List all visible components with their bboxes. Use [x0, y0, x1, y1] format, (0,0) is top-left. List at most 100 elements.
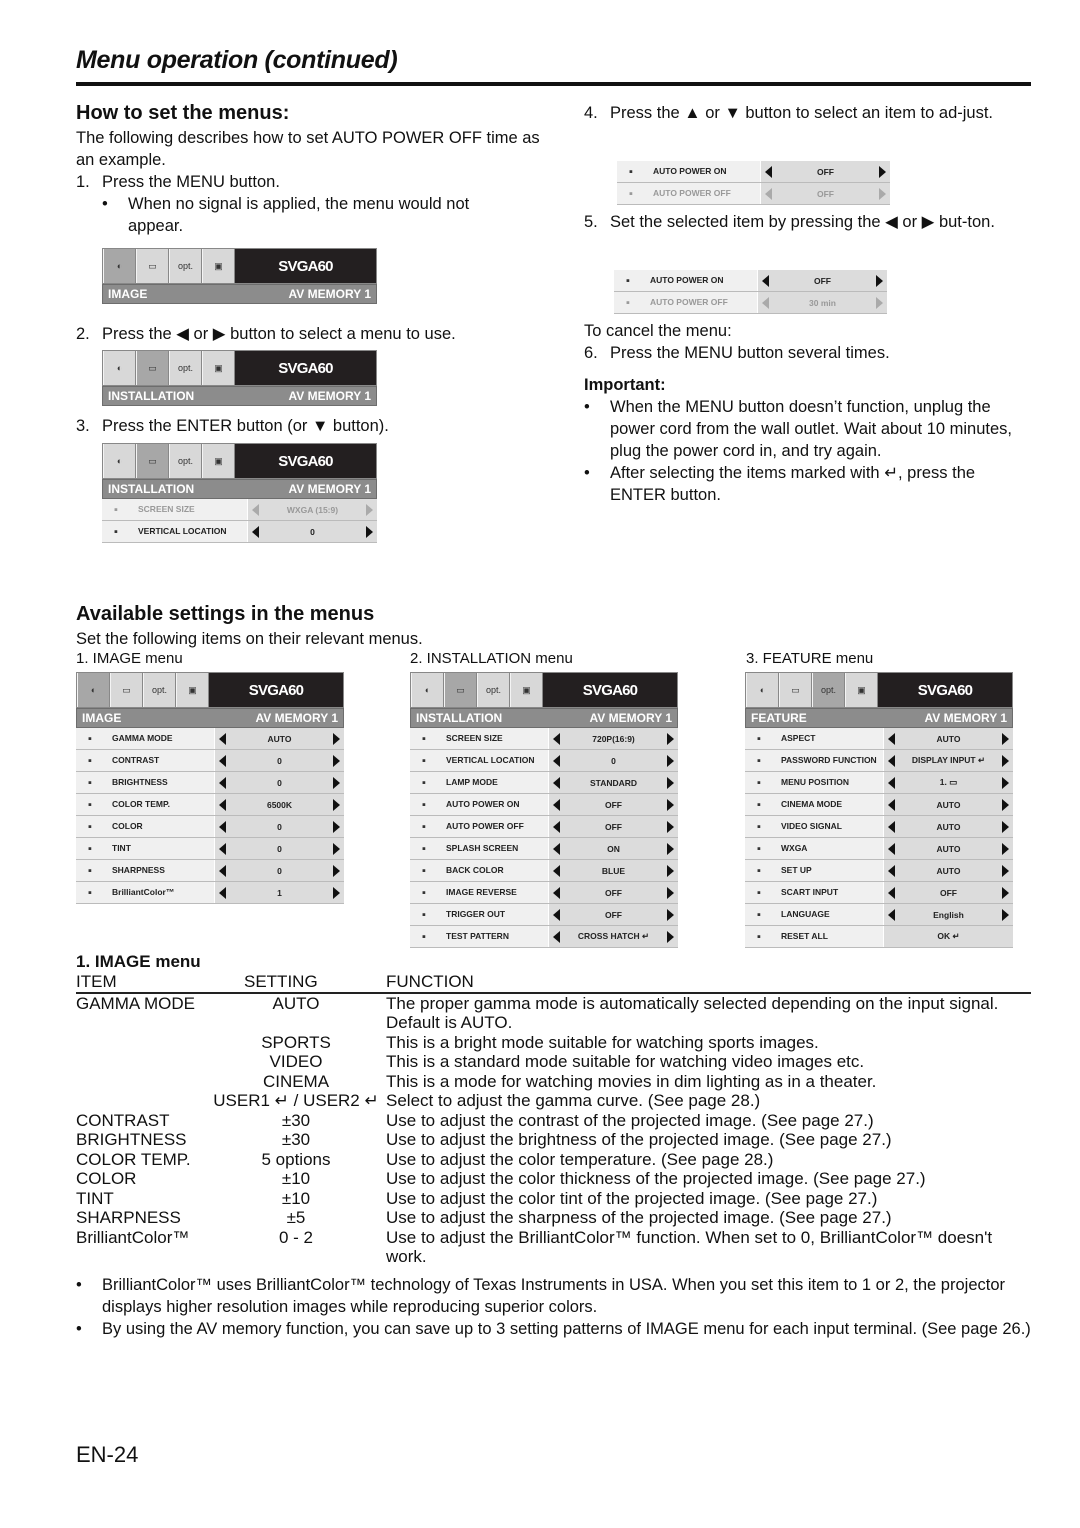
- right-arrow-icon[interactable]: [333, 732, 340, 745]
- left-arrow-icon[interactable]: [553, 754, 560, 767]
- right-arrow-icon[interactable]: [667, 930, 674, 943]
- menu-item-value-selector[interactable]: 6500K: [214, 794, 344, 815]
- left-arrow-icon[interactable]: [888, 776, 895, 789]
- right-arrow-icon[interactable]: [1002, 886, 1009, 899]
- left-arrow-icon[interactable]: [219, 820, 226, 833]
- menu-item-value-selector[interactable]: ON: [548, 838, 678, 859]
- installation-tab-icon[interactable]: ▭: [779, 673, 812, 707]
- menu-item-value-selector[interactable]: AUTO: [883, 860, 1013, 881]
- menu-item-value-selector[interactable]: 720P(16:9): [548, 728, 678, 749]
- menu-item-value-selector[interactable]: BLUE: [548, 860, 678, 881]
- left-arrow-icon[interactable]: [553, 798, 560, 811]
- menu-item-row[interactable]: ▪ VIDEO SIGNAL AUTO: [745, 816, 1013, 838]
- option-tab-icon[interactable]: opt.: [812, 673, 845, 707]
- option-tab-icon[interactable]: opt.: [143, 673, 176, 707]
- left-arrow-icon[interactable]: [219, 732, 226, 745]
- right-arrow-icon[interactable]: [333, 864, 340, 877]
- right-arrow-icon[interactable]: [1002, 908, 1009, 921]
- menu-item-value-selector[interactable]: 0: [548, 750, 678, 771]
- menu-item-row[interactable]: ▪ VERTICAL LOCATION 0: [410, 750, 678, 772]
- menu-item-value-selector[interactable]: 0: [247, 521, 377, 542]
- right-arrow-icon[interactable]: [1002, 776, 1009, 789]
- option-tab-icon[interactable]: opt.: [169, 351, 202, 385]
- installation-tab-icon[interactable]: ▭: [110, 673, 143, 707]
- menu-item-row[interactable]: ▪ RESET ALL OK ↵: [745, 926, 1013, 948]
- image-tab-icon[interactable]: ◐: [746, 673, 779, 707]
- menu-item-row[interactable]: ▪ CONTRAST 0: [76, 750, 344, 772]
- feature-tab-icon[interactable]: ▣: [202, 351, 235, 385]
- menu-item-value-selector[interactable]: OFF: [883, 882, 1013, 903]
- option-tab-icon[interactable]: opt.: [169, 249, 202, 283]
- menu-item-value-selector[interactable]: DISPLAY INPUT ↵: [883, 750, 1013, 771]
- left-arrow-icon[interactable]: [762, 296, 769, 309]
- right-arrow-icon[interactable]: [667, 754, 674, 767]
- left-arrow-icon[interactable]: [553, 820, 560, 833]
- left-arrow-icon[interactable]: [553, 732, 560, 745]
- right-arrow-icon[interactable]: [1002, 754, 1009, 767]
- menu-item-value-selector[interactable]: OFF: [760, 183, 890, 204]
- menu-item-row[interactable]: ▪ BRIGHTNESS 0: [76, 772, 344, 794]
- left-arrow-icon[interactable]: [553, 930, 560, 943]
- right-arrow-icon[interactable]: [667, 908, 674, 921]
- right-arrow-icon[interactable]: [333, 798, 340, 811]
- menu-item-row[interactable]: ▪ AUTO POWER OFF OFF: [410, 816, 678, 838]
- right-arrow-icon[interactable]: [1002, 864, 1009, 877]
- menu-item-row[interactable]: ▪ COLOR TEMP. 6500K: [76, 794, 344, 816]
- menu-item-row[interactable]: ▪ BACK COLOR BLUE: [410, 860, 678, 882]
- menu-item-value-selector[interactable]: CROSS HATCH ↵: [548, 926, 678, 947]
- left-arrow-icon[interactable]: [888, 908, 895, 921]
- right-arrow-icon[interactable]: [667, 864, 674, 877]
- image-tab-icon[interactable]: ◐: [103, 351, 136, 385]
- menu-item-row[interactable]: ▪ ASPECT AUTO: [745, 728, 1013, 750]
- right-arrow-icon[interactable]: [879, 165, 886, 178]
- right-arrow-icon[interactable]: [1002, 820, 1009, 833]
- image-tab-icon[interactable]: ◐: [411, 673, 444, 707]
- left-arrow-icon[interactable]: [888, 864, 895, 877]
- menu-item-row[interactable]: ▪ GAMMA MODE AUTO: [76, 728, 344, 750]
- menu-item-row[interactable]: ▪ LANGUAGE English: [745, 904, 1013, 926]
- menu-item-row[interactable]: ▪ SPLASH SCREEN ON: [410, 838, 678, 860]
- menu-item-value-selector[interactable]: 1: [214, 882, 344, 903]
- right-arrow-icon[interactable]: [1002, 732, 1009, 745]
- left-arrow-icon[interactable]: [762, 274, 769, 287]
- right-arrow-icon[interactable]: [876, 274, 883, 287]
- menu-item-row[interactable]: ▪ AUTO POWER ON OFF: [410, 794, 678, 816]
- menu-item-row[interactable]: ▪ AUTO POWER OFF 30 min: [614, 292, 887, 314]
- menu-item-row[interactable]: ▪ SCREEN SIZE WXGA (15:9): [102, 499, 377, 521]
- menu-item-value-selector[interactable]: OFF: [548, 882, 678, 903]
- menu-item-row[interactable]: ▪ AUTO POWER OFF OFF: [617, 183, 890, 205]
- menu-item-value-selector[interactable]: OFF: [760, 161, 890, 182]
- right-arrow-icon[interactable]: [667, 820, 674, 833]
- menu-item-row[interactable]: ▪ SCREEN SIZE 720P(16:9): [410, 728, 678, 750]
- menu-item-row[interactable]: ▪ AUTO POWER ON OFF: [614, 270, 887, 292]
- left-arrow-icon[interactable]: [553, 776, 560, 789]
- right-arrow-icon[interactable]: [333, 842, 340, 855]
- feature-tab-icon[interactable]: ▣: [176, 673, 209, 707]
- menu-item-row[interactable]: ▪ SET UP AUTO: [745, 860, 1013, 882]
- menu-item-value-selector[interactable]: WXGA (15:9): [247, 499, 377, 520]
- menu-item-row[interactable]: ▪ WXGA AUTO: [745, 838, 1013, 860]
- feature-tab-icon[interactable]: ▣: [510, 673, 543, 707]
- menu-item-row[interactable]: ▪ CINEMA MODE AUTO: [745, 794, 1013, 816]
- menu-item-value-selector[interactable]: 0: [214, 816, 344, 837]
- left-arrow-icon[interactable]: [888, 886, 895, 899]
- left-arrow-icon[interactable]: [252, 503, 259, 516]
- menu-item-value-selector[interactable]: AUTO: [214, 728, 344, 749]
- menu-item-value-selector[interactable]: AUTO: [883, 794, 1013, 815]
- feature-tab-icon[interactable]: ▣: [202, 444, 235, 478]
- right-arrow-icon[interactable]: [333, 820, 340, 833]
- menu-item-row[interactable]: ▪ AUTO POWER ON OFF: [617, 161, 890, 183]
- right-arrow-icon[interactable]: [366, 503, 373, 516]
- menu-item-value-selector[interactable]: AUTO: [883, 728, 1013, 749]
- menu-item-value-selector[interactable]: STANDARD: [548, 772, 678, 793]
- menu-item-value-selector[interactable]: 30 min: [757, 292, 887, 313]
- menu-item-row[interactable]: ▪ PASSWORD FUNCTION DISPLAY INPUT ↵: [745, 750, 1013, 772]
- menu-item-value-selector[interactable]: AUTO: [883, 816, 1013, 837]
- right-arrow-icon[interactable]: [333, 754, 340, 767]
- option-tab-icon[interactable]: opt.: [477, 673, 510, 707]
- feature-tab-icon[interactable]: ▣: [845, 673, 878, 707]
- right-arrow-icon[interactable]: [667, 886, 674, 899]
- left-arrow-icon[interactable]: [553, 908, 560, 921]
- menu-item-value-selector[interactable]: English: [883, 904, 1013, 925]
- menu-item-value-selector[interactable]: 0: [214, 860, 344, 881]
